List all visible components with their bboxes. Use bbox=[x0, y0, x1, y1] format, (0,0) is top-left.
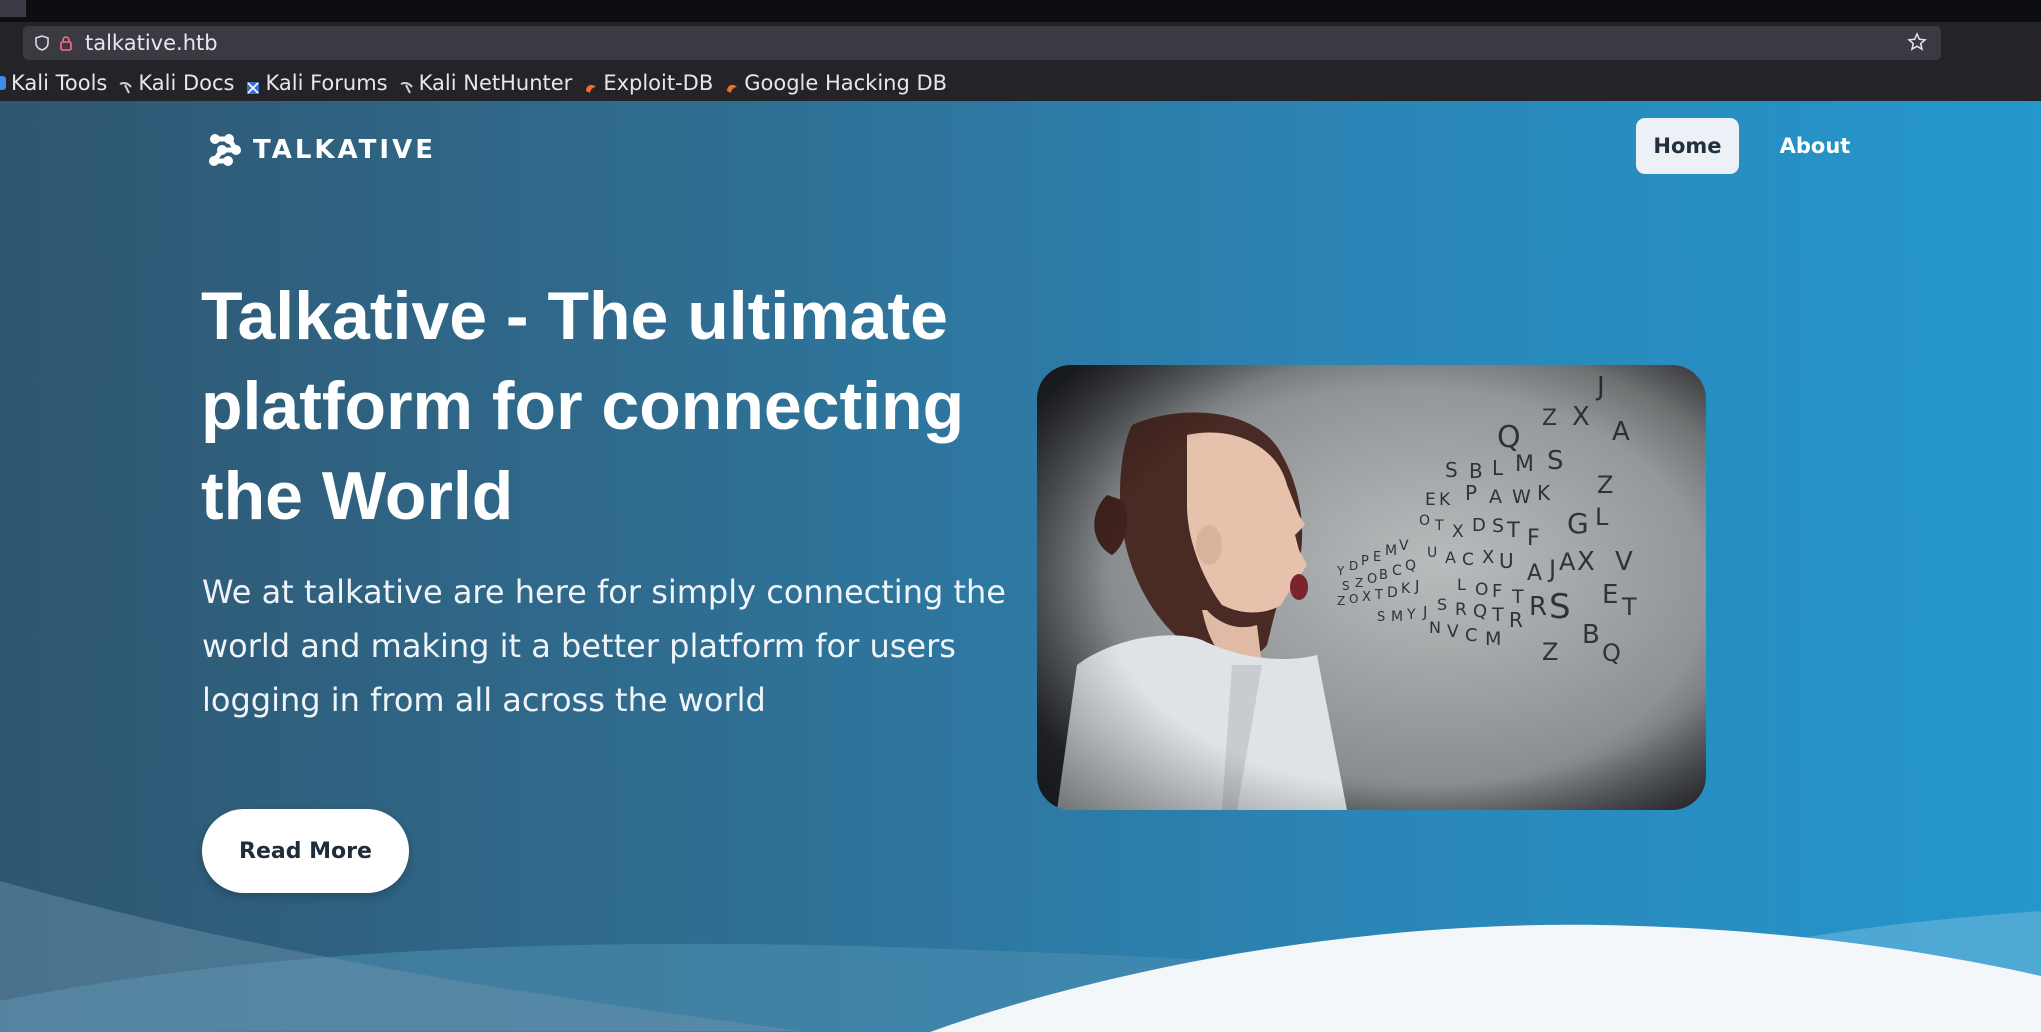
bookmark-label: Exploit-DB bbox=[603, 71, 714, 95]
shield-icon[interactable] bbox=[33, 34, 51, 52]
address-bar[interactable]: talkative.htb bbox=[23, 26, 1941, 60]
bookmark-kali-forums[interactable]: Kali Forums bbox=[246, 71, 388, 95]
kali-tools-icon bbox=[0, 76, 6, 90]
hero-title: Talkative - The ultimate platform for co… bbox=[201, 278, 965, 534]
kali-dragon-icon bbox=[119, 76, 133, 94]
bookmark-label: Kali Tools bbox=[11, 71, 108, 95]
bookmark-kali-tools[interactable]: Kali Tools bbox=[0, 71, 107, 95]
nav-home-button[interactable]: Home bbox=[1636, 118, 1739, 174]
hero-description: We at talkative are here for simply conn… bbox=[202, 573, 1006, 719]
bookmark-star-icon[interactable] bbox=[1907, 32, 1927, 56]
bookmark-label: Google Hacking DB bbox=[744, 71, 948, 95]
url-text[interactable]: talkative.htb bbox=[85, 31, 218, 55]
bookmark-label: Kali NetHunter bbox=[418, 71, 573, 95]
exploit-db-icon bbox=[584, 76, 598, 93]
hero-image: J Q Z X A S B L M S Z E K P A W K G L O bbox=[1037, 365, 1706, 810]
logo-text: TALKATIVE bbox=[253, 135, 436, 165]
decorative-waves bbox=[0, 881, 2041, 1032]
tab-edge[interactable] bbox=[0, 0, 26, 17]
bookmark-label: Kali Forums bbox=[265, 71, 388, 95]
kali-dragon-icon bbox=[400, 76, 414, 94]
exploit-db-icon bbox=[725, 76, 739, 93]
bookmark-exploit-db[interactable]: Exploit-DB bbox=[584, 71, 713, 95]
site-logo[interactable]: TALKATIVE bbox=[206, 131, 436, 169]
bookmark-kali-nethunter[interactable]: Kali NetHunter bbox=[400, 71, 573, 95]
tab-strip bbox=[0, 0, 2041, 22]
nav-about-link[interactable]: About bbox=[1760, 118, 1870, 174]
browser-chrome: talkative.htb Kali Tools Kali Docs Kali … bbox=[0, 22, 2041, 101]
talkative-logo-icon bbox=[209, 134, 241, 166]
bookmark-kali-docs[interactable]: Kali Docs bbox=[119, 71, 234, 95]
web-page: TALKATIVE Home About Talkative - The ult… bbox=[0, 101, 2041, 1032]
bookmark-google-hacking-db[interactable]: Google Hacking DB bbox=[725, 71, 947, 95]
kali-forums-icon bbox=[246, 76, 260, 94]
bookmarks-toolbar: Kali Tools Kali Docs Kali Forums Kali Ne… bbox=[0, 66, 959, 100]
bookmark-label: Kali Docs bbox=[138, 71, 235, 95]
lock-icon[interactable] bbox=[57, 34, 75, 52]
